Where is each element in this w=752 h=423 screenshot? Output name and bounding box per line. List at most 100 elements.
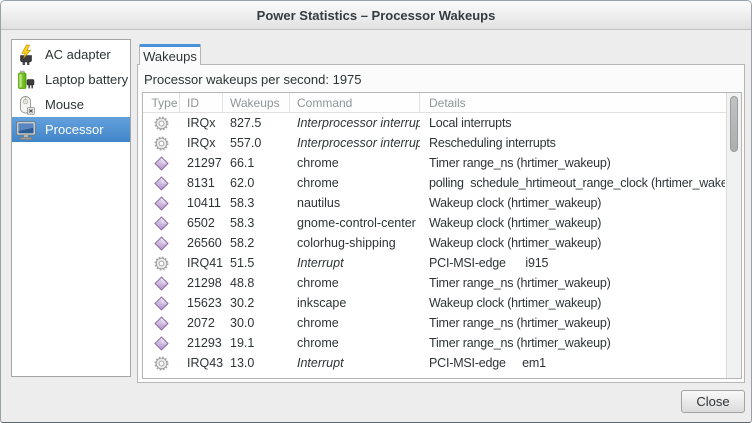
wakeups-summary-label: Processor wakeups per second: 1975: [144, 72, 362, 87]
row-type: [143, 296, 180, 311]
process-diamond-icon: [154, 176, 169, 191]
interrupt-gear-icon: [154, 256, 169, 271]
process-diamond-icon: [154, 316, 169, 331]
column-header-command[interactable]: Command: [290, 93, 420, 112]
row-id: 21298: [180, 276, 223, 290]
row-wakeups: 30.2: [223, 296, 290, 310]
table-row[interactable]: IRQx827.5Interprocessor interruptLocal i…: [143, 113, 725, 133]
close-button[interactable]: Close: [681, 390, 745, 413]
row-id: 21293: [180, 336, 223, 350]
row-command: Interprocessor interrupt: [290, 136, 420, 150]
table-row[interactable]: 2129319.1chromeTimer range_ns (hrtimer_w…: [143, 333, 725, 353]
row-type: [143, 216, 180, 231]
row-command: chrome: [290, 316, 420, 330]
row-details: Timer range_ns (hrtimer_wakeup): [420, 316, 725, 330]
power-statistics-window: Power Statistics – Processor Wakeups AC …: [0, 0, 752, 423]
row-details: Timer range_ns (hrtimer_wakeup): [420, 336, 725, 350]
table-row[interactable]: 813162.0chromepolling schedule_hrtimeout…: [143, 173, 725, 193]
row-wakeups: 19.1: [223, 336, 290, 350]
tab-wakeups[interactable]: Wakeups: [139, 44, 201, 65]
row-id: 15623: [180, 296, 223, 310]
row-wakeups: 62.0: [223, 176, 290, 190]
process-diamond-icon: [154, 216, 169, 231]
interrupt-gear-icon: [154, 356, 169, 371]
process-diamond-icon: [154, 276, 169, 291]
row-command: gnome-control-center: [290, 216, 420, 230]
table-body: IRQx827.5Interprocessor interruptLocal i…: [143, 113, 725, 378]
process-diamond-icon: [154, 196, 169, 211]
table-row[interactable]: 2656058.2colorhug-shippingWakeup clock (…: [143, 233, 725, 253]
row-command: nautilus: [290, 196, 420, 210]
row-details: Timer range_ns (hrtimer_wakeup): [420, 156, 725, 170]
process-diamond-icon: [154, 296, 169, 311]
row-details: PCI-MSI-edge i915: [420, 256, 725, 270]
row-id: 8131: [180, 176, 223, 190]
row-type: [143, 316, 180, 331]
ac-adapter-icon: [15, 44, 37, 66]
table-row[interactable]: IRQ4151.5InterruptPCI-MSI-edge i915: [143, 253, 725, 273]
row-wakeups: 51.5: [223, 256, 290, 270]
row-details: Timer range_ns (hrtimer_wakeup): [420, 276, 725, 290]
row-wakeups: 30.0: [223, 316, 290, 330]
row-wakeups: 557.0: [223, 136, 290, 150]
column-header-details[interactable]: Details: [420, 93, 741, 112]
row-details: Local interrupts: [420, 116, 725, 130]
interrupt-gear-icon: [154, 116, 169, 131]
tab-wakeups-label: Wakeups: [143, 49, 197, 64]
row-wakeups: 48.8: [223, 276, 290, 290]
row-command: Interrupt: [290, 356, 420, 370]
column-header-type[interactable]: Type: [143, 93, 180, 112]
row-command: chrome: [290, 176, 420, 190]
row-command: inkscape: [290, 296, 420, 310]
sidebar-item-processor[interactable]: Processor: [12, 117, 130, 142]
table-row[interactable]: 1041158.3nautilusWakeup clock (hrtimer_w…: [143, 193, 725, 213]
table-row[interactable]: IRQ4313.0InterruptPCI-MSI-edge em1: [143, 353, 725, 373]
sidebar-item-label: AC adapter: [45, 47, 111, 62]
row-id: IRQx: [180, 116, 223, 130]
row-details: Rescheduling interrupts: [420, 136, 725, 150]
row-type: [143, 256, 180, 271]
row-id: 6502: [180, 216, 223, 230]
sidebar-item-ac-adapter[interactable]: AC adapter: [12, 42, 130, 67]
window-title: Power Statistics – Processor Wakeups: [257, 8, 496, 23]
row-command: chrome: [290, 336, 420, 350]
table-row[interactable]: 207230.0chromeTimer range_ns (hrtimer_wa…: [143, 313, 725, 333]
device-list: AC adapter Laptop battery Mouse Processo…: [11, 39, 131, 377]
row-command: Interrupt: [290, 256, 420, 270]
table-row[interactable]: 1562330.2inkscapeWakeup clock (hrtimer_w…: [143, 293, 725, 313]
process-diamond-icon: [154, 156, 169, 171]
row-details: Wakeup clock (hrtimer_wakeup): [420, 236, 725, 250]
row-type: [143, 116, 180, 131]
row-id: 21297: [180, 156, 223, 170]
row-id: IRQ43: [180, 356, 223, 370]
row-id: IRQ41: [180, 256, 223, 270]
row-type: [143, 356, 180, 371]
column-header-wakeups[interactable]: Wakeups: [223, 93, 290, 112]
sidebar-item-laptop-battery[interactable]: Laptop battery: [12, 67, 130, 92]
laptop-battery-icon: [15, 69, 37, 91]
vertical-scrollbar[interactable]: [726, 93, 741, 378]
process-diamond-icon: [154, 236, 169, 251]
table-row[interactable]: IRQx557.0Interprocessor interruptResched…: [143, 133, 725, 153]
row-wakeups: 827.5: [223, 116, 290, 130]
table-row[interactable]: 2129848.8chromeTimer range_ns (hrtimer_w…: [143, 273, 725, 293]
row-details: Wakeup clock (hrtimer_wakeup): [420, 216, 725, 230]
column-header-id[interactable]: ID: [180, 93, 223, 112]
sidebar-item-label: Mouse: [45, 97, 84, 112]
table-header: Type ID Wakeups Command Details: [143, 93, 741, 113]
row-type: [143, 236, 180, 251]
sidebar-item-label: Laptop battery: [45, 72, 128, 87]
row-id: 2072: [180, 316, 223, 330]
row-id: 10411: [180, 196, 223, 210]
scrollbar-thumb[interactable]: [730, 96, 738, 152]
table-row[interactable]: 2129766.1chromeTimer range_ns (hrtimer_w…: [143, 153, 725, 173]
row-type: [143, 156, 180, 171]
window-titlebar[interactable]: Power Statistics – Processor Wakeups: [1, 1, 751, 30]
mouse-icon: [15, 94, 37, 116]
row-wakeups: 58.2: [223, 236, 290, 250]
row-type: [143, 196, 180, 211]
row-type: [143, 336, 180, 351]
table-row[interactable]: 650258.3gnome-control-centerWakeup clock…: [143, 213, 725, 233]
row-details: Wakeup clock (hrtimer_wakeup): [420, 196, 725, 210]
sidebar-item-mouse[interactable]: Mouse: [12, 92, 130, 117]
